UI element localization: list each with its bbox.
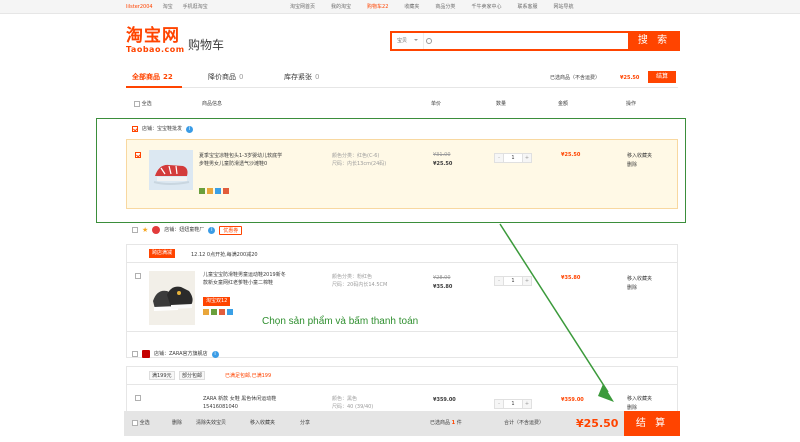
footer-clear-invalid-link[interactable]: 清除失效宝贝: [196, 411, 226, 436]
footer-total-amount: ¥25.50: [576, 417, 619, 430]
footer-total-label: 合计（不含运费）: [504, 420, 545, 426]
checkout-button[interactable]: 结 算: [624, 411, 680, 436]
selected-label: 已选商品: [430, 420, 451, 426]
footer-select-all-label: 全选: [139, 420, 150, 426]
taobao-cart-page: lilster2004 淘宝 手机逛淘宝 淘宝网首页 我的淘宝 购物车22 收藏…: [0, 0, 800, 442]
footer-move-favorites-link[interactable]: 移入收藏夹: [250, 411, 275, 436]
checkout-footer: 全选 删除 清除失效宝贝 移入收藏夹 分享 已选商品 1 件 合计（不含运费） …: [124, 411, 680, 436]
annotation-arrow: [499, 223, 614, 402]
footer-share-link[interactable]: 分享: [300, 411, 310, 436]
selected-count-value: 1: [451, 420, 456, 426]
footer-delete-link[interactable]: 删除: [172, 411, 182, 436]
checkbox[interactable]: [132, 419, 138, 426]
selected-unit: 件: [456, 420, 462, 426]
footer-select-all[interactable]: 全选: [132, 411, 150, 436]
footer-selected-count: 已选商品 1 件: [430, 411, 462, 436]
